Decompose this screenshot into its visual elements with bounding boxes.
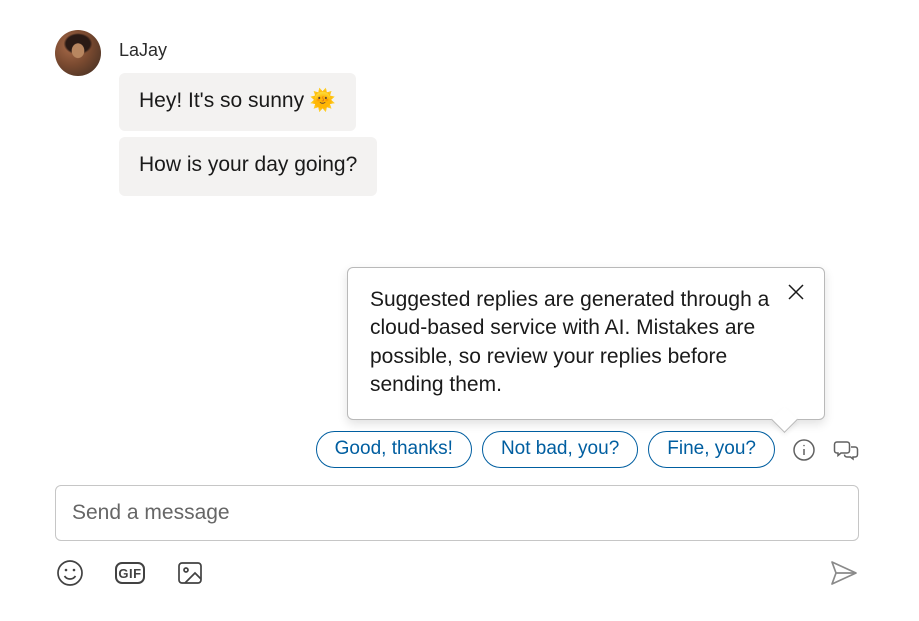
- sender-name: LaJay: [119, 40, 377, 61]
- copilot-button[interactable]: [833, 437, 859, 463]
- incoming-message-group: LaJay Hey! It's so sunny 🌞 How is your d…: [55, 30, 864, 196]
- suggested-replies-row: Good, thanks! Not bad, you? Fine, you?: [55, 431, 859, 468]
- message-bubble: Hey! It's so sunny 🌞: [119, 73, 356, 131]
- emoji-icon: [56, 559, 84, 587]
- close-icon: [787, 283, 805, 301]
- send-button[interactable]: [829, 558, 859, 588]
- suggested-reply-button[interactable]: Not bad, you?: [482, 431, 638, 468]
- suggested-reply-button[interactable]: Good, thanks!: [316, 431, 472, 468]
- image-icon: [176, 559, 204, 587]
- message-input[interactable]: [70, 500, 844, 526]
- tooltip-text: Suggested replies are generated through …: [370, 288, 769, 396]
- gif-icon: GIF: [115, 562, 145, 584]
- message-column: LaJay Hey! It's so sunny 🌞 How is your d…: [119, 30, 377, 196]
- chat-container: LaJay Hey! It's so sunny 🌞 How is your d…: [0, 0, 919, 621]
- info-button[interactable]: [791, 437, 817, 463]
- gif-button[interactable]: GIF: [115, 558, 145, 588]
- suggested-reply-button[interactable]: Fine, you?: [648, 431, 775, 468]
- suggested-replies-info-tooltip: Suggested replies are generated through …: [347, 267, 825, 420]
- emoji-button[interactable]: [55, 558, 85, 588]
- avatar[interactable]: [55, 30, 101, 76]
- tooltip-tail: [771, 406, 798, 433]
- message-bubble: How is your day going?: [119, 137, 377, 195]
- compose-toolbar: GIF: [55, 558, 859, 588]
- close-button[interactable]: [782, 278, 810, 306]
- message-bubbles: Hey! It's so sunny 🌞 How is your day goi…: [119, 73, 377, 196]
- chat-copilot-icon: [833, 437, 859, 463]
- info-icon: [792, 438, 816, 462]
- message-input-container[interactable]: [55, 485, 859, 541]
- image-button[interactable]: [175, 558, 205, 588]
- send-icon: [829, 558, 859, 588]
